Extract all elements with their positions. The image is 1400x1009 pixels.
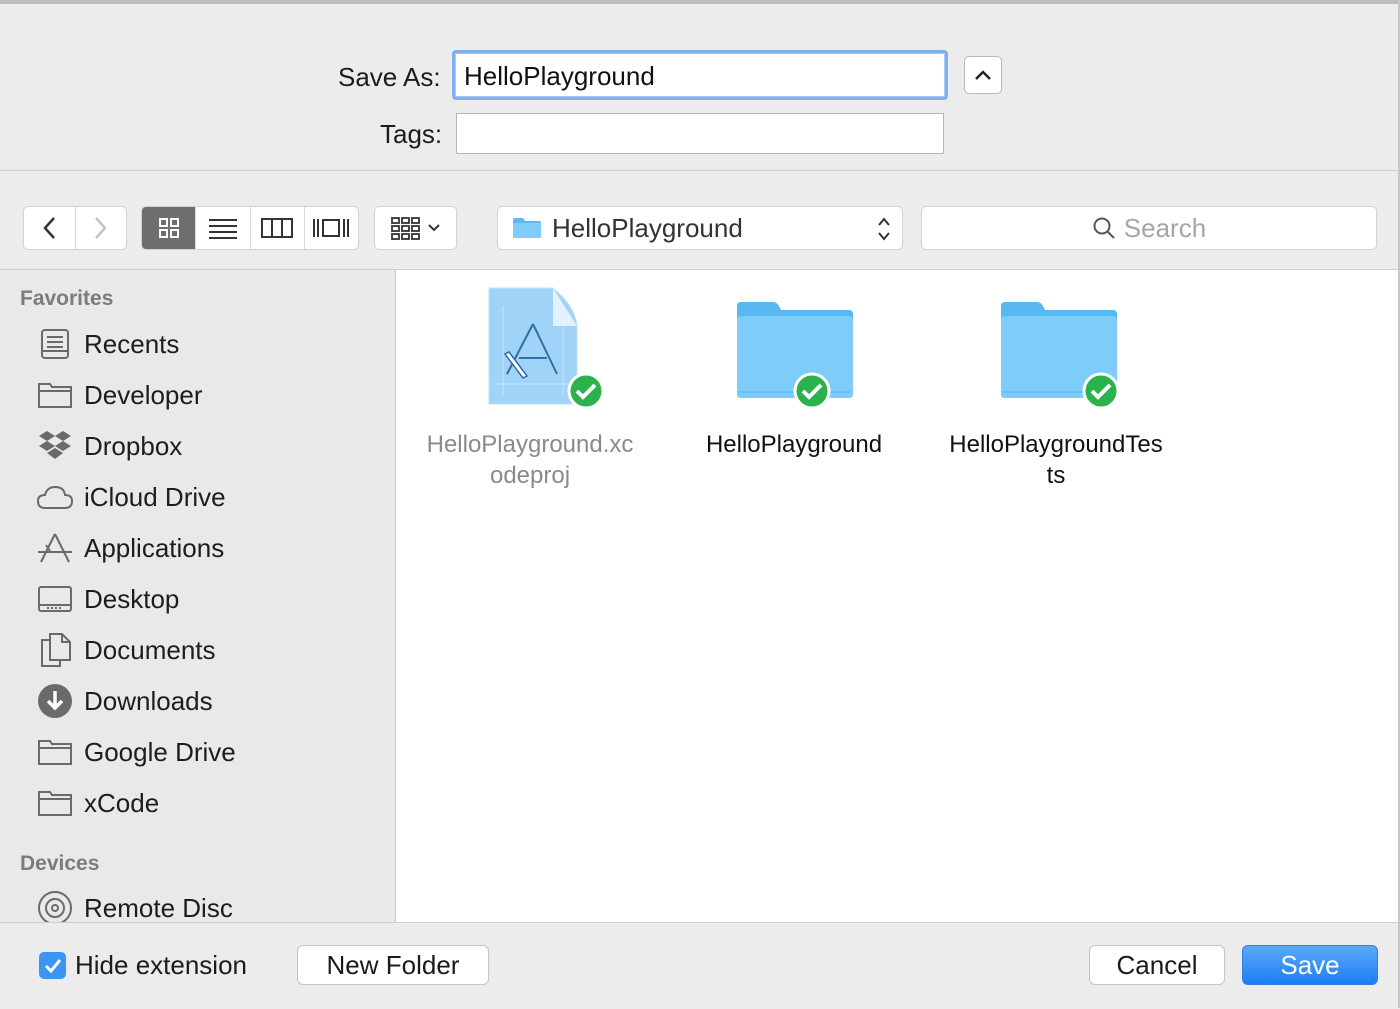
cancel-button[interactable]: Cancel <box>1089 945 1225 985</box>
sidebar-item-label: Remote Disc <box>84 892 233 923</box>
hide-extension-label: Hide extension <box>75 950 247 980</box>
sidebar-item-icloud-drive[interactable]: iCloud Drive <box>36 475 376 519</box>
sidebar-item-google-drive[interactable]: Google Drive <box>36 730 376 774</box>
desktop-icon <box>36 581 74 617</box>
save-as-field[interactable]: HelloPlayground <box>452 50 948 100</box>
cloud-icon <box>36 479 74 515</box>
sidebar-item-label: Developer <box>84 379 203 410</box>
save-as-label: Save As: <box>338 62 441 92</box>
file-name: HelloPlaygroundTes ts <box>931 429 1181 491</box>
location-popup[interactable]: HelloPlayground <box>497 206 903 250</box>
sidebar: Favorites Recents Developer Dropbox iClo… <box>0 270 396 922</box>
sidebar-item-label: Google Drive <box>84 736 236 767</box>
applications-icon <box>36 530 74 566</box>
save-button[interactable]: Save <box>1242 945 1378 985</box>
current-folder-label: HelloPlayground <box>552 212 743 243</box>
grid-icon <box>158 218 179 238</box>
xcode-project-icon <box>405 286 655 416</box>
column-view-button[interactable] <box>249 207 304 249</box>
synced-check-icon <box>1082 372 1120 410</box>
tags-field[interactable] <box>456 113 944 154</box>
sidebar-item-recents[interactable]: Recents <box>36 322 376 366</box>
folder-icon <box>36 377 74 413</box>
sidebar-item-label: xCode <box>84 787 160 818</box>
sidebar-item-label: iCloud Drive <box>84 481 226 512</box>
devices-section-title: Devices <box>20 852 100 875</box>
search-icon <box>1093 217 1115 239</box>
recents-icon <box>36 326 74 362</box>
search-placeholder: Search <box>1123 212 1207 243</box>
arrange-button[interactable] <box>374 206 457 250</box>
file-name: HelloPlayground <box>669 429 919 460</box>
sidebar-item-applications[interactable]: Applications <box>36 526 376 570</box>
sidebar-item-label: Recents <box>84 328 180 359</box>
sidebar-item-downloads[interactable]: Downloads <box>36 679 376 723</box>
file-name-line: HelloPlayground.xc <box>426 431 634 458</box>
dropbox-icon <box>36 428 74 464</box>
hide-extension-checkbox[interactable] <box>39 952 66 979</box>
icon-view-button[interactable] <box>142 207 196 249</box>
collapse-button[interactable] <box>964 56 1002 94</box>
chevron-right-icon <box>94 217 107 239</box>
arrange-grid-icon <box>390 217 420 240</box>
sidebar-item-dropbox[interactable]: Dropbox <box>36 424 376 468</box>
favorites-section-title: Favorites <box>20 287 114 310</box>
chevron-up-icon <box>975 70 991 80</box>
list-view-button[interactable] <box>195 207 249 249</box>
list-icon <box>208 219 237 239</box>
tags-label: Tags: <box>380 119 443 149</box>
sidebar-item-label: Applications <box>84 532 225 563</box>
save-header: Save As: HelloPlayground Tags: <box>0 4 1400 171</box>
file-browser: HelloPlayground.xc odeproj HelloPlaygrou… <box>396 270 1398 922</box>
file-name: HelloPlayground.xc odeproj <box>405 429 655 491</box>
sidebar-item-remote-disc[interactable]: Remote Disc <box>36 886 376 922</box>
file-name-line: HelloPlaygroundTes <box>949 431 1163 458</box>
file-name-line: ts <box>1046 462 1066 489</box>
synced-check-icon <box>567 372 605 410</box>
columns-icon <box>261 218 294 238</box>
forward-button[interactable] <box>74 207 127 249</box>
toolbar: HelloPlayground Search <box>0 171 1400 270</box>
sidebar-item-label: Dropbox <box>84 430 183 461</box>
file-item-helloplaygroundtests-folder[interactable]: HelloPlaygroundTes ts <box>931 286 1181 491</box>
folder-icon <box>36 785 74 821</box>
chevron-left-icon <box>43 217 56 239</box>
file-item-xcodeproj[interactable]: HelloPlayground.xc odeproj <box>405 286 655 491</box>
search-field[interactable]: Search <box>921 206 1377 250</box>
gallery-view-button[interactable] <box>303 207 358 249</box>
sidebar-item-label: Downloads <box>84 685 213 716</box>
folder-icon <box>513 218 541 238</box>
documents-icon <box>36 632 74 668</box>
navigation-control <box>23 206 127 250</box>
folder-icon <box>931 286 1181 416</box>
download-icon <box>36 683 74 719</box>
file-name-line: odeproj <box>489 462 571 489</box>
sidebar-item-xcode[interactable]: xCode <box>36 781 376 825</box>
dialog-footer: Hide extension New Folder Cancel Save <box>0 922 1400 1009</box>
back-button[interactable] <box>24 207 75 249</box>
folder-icon <box>669 286 919 416</box>
cover-flow-icon <box>313 219 350 237</box>
chevron-down-icon <box>427 224 440 232</box>
sidebar-item-documents[interactable]: Documents <box>36 628 376 672</box>
file-item-helloplayground-folder[interactable]: HelloPlayground <box>669 286 919 460</box>
sidebar-item-label: Documents <box>84 634 216 665</box>
folder-icon <box>36 734 74 770</box>
updown-arrows-icon <box>878 217 890 241</box>
disc-icon <box>36 890 74 922</box>
sidebar-item-desktop[interactable]: Desktop <box>36 577 376 621</box>
synced-check-icon <box>793 372 831 410</box>
sidebar-item-developer[interactable]: Developer <box>36 373 376 417</box>
file-name-line: HelloPlayground <box>705 431 883 458</box>
sidebar-item-label: Desktop <box>84 583 180 614</box>
checkmark-icon <box>44 958 61 973</box>
view-mode-control <box>141 206 359 250</box>
new-folder-button[interactable]: New Folder <box>297 945 489 985</box>
